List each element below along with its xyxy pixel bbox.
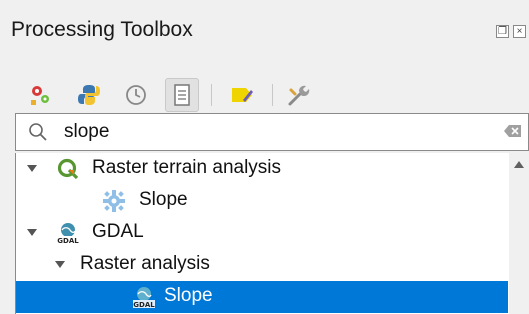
toolbar bbox=[0, 72, 529, 118]
models-icon[interactable] bbox=[23, 78, 57, 112]
tree-item-slope-qgis[interactable]: Slope bbox=[16, 185, 508, 217]
panel-title: Processing Toolbox bbox=[11, 18, 193, 41]
vertical-scrollbar[interactable] bbox=[509, 153, 529, 314]
toolbar-separator bbox=[211, 84, 212, 106]
options-icon[interactable] bbox=[282, 78, 316, 112]
search-box[interactable] bbox=[15, 113, 529, 151]
svg-text:GDAL: GDAL bbox=[133, 301, 155, 309]
tree-item-raster-terrain-analysis[interactable]: Raster terrain analysis bbox=[16, 153, 508, 185]
history-icon[interactable] bbox=[119, 78, 153, 112]
tree-item-raster-analysis[interactable]: Raster analysis bbox=[16, 249, 508, 281]
tree-item-label: Raster analysis bbox=[80, 253, 210, 274]
algorithm-gear-icon bbox=[102, 189, 126, 213]
expand-arrow-icon[interactable] bbox=[27, 165, 37, 172]
tree-item-label: Slope bbox=[164, 285, 213, 306]
tree-item-label: GDAL bbox=[92, 221, 144, 242]
expand-arrow-icon[interactable] bbox=[27, 229, 37, 236]
tree-item-label: Slope bbox=[139, 189, 188, 210]
float-window-icon[interactable]: ❐ bbox=[496, 25, 509, 38]
tree-item-label: Raster terrain analysis bbox=[92, 157, 282, 178]
gdal-algorithm-icon: GDAL bbox=[132, 285, 156, 309]
tree-item-gdal[interactable]: GDAL GDAL bbox=[16, 217, 508, 249]
search-input[interactable] bbox=[64, 118, 464, 146]
toolbar-separator bbox=[272, 84, 273, 106]
close-icon[interactable]: × bbox=[513, 25, 526, 38]
panel-titlebar: Processing Toolbox ❐ × bbox=[0, 0, 529, 56]
qgis-logo-icon bbox=[56, 157, 80, 181]
expand-arrow-icon[interactable] bbox=[55, 261, 65, 268]
python-scripts-icon[interactable] bbox=[72, 78, 106, 112]
clear-search-icon[interactable] bbox=[504, 124, 522, 143]
svg-text:GDAL: GDAL bbox=[57, 237, 79, 245]
algorithm-tree: Raster terrain analysis Slope GDAL GDAL … bbox=[15, 153, 529, 314]
search-icon bbox=[28, 122, 48, 147]
gdal-icon: GDAL bbox=[56, 221, 80, 245]
scroll-up-arrow-icon[interactable] bbox=[514, 161, 524, 168]
tree-item-slope-gdal[interactable]: GDAL Slope bbox=[16, 281, 508, 313]
edit-features-in-place-icon[interactable] bbox=[225, 78, 259, 112]
results-viewer-icon[interactable] bbox=[165, 78, 199, 112]
